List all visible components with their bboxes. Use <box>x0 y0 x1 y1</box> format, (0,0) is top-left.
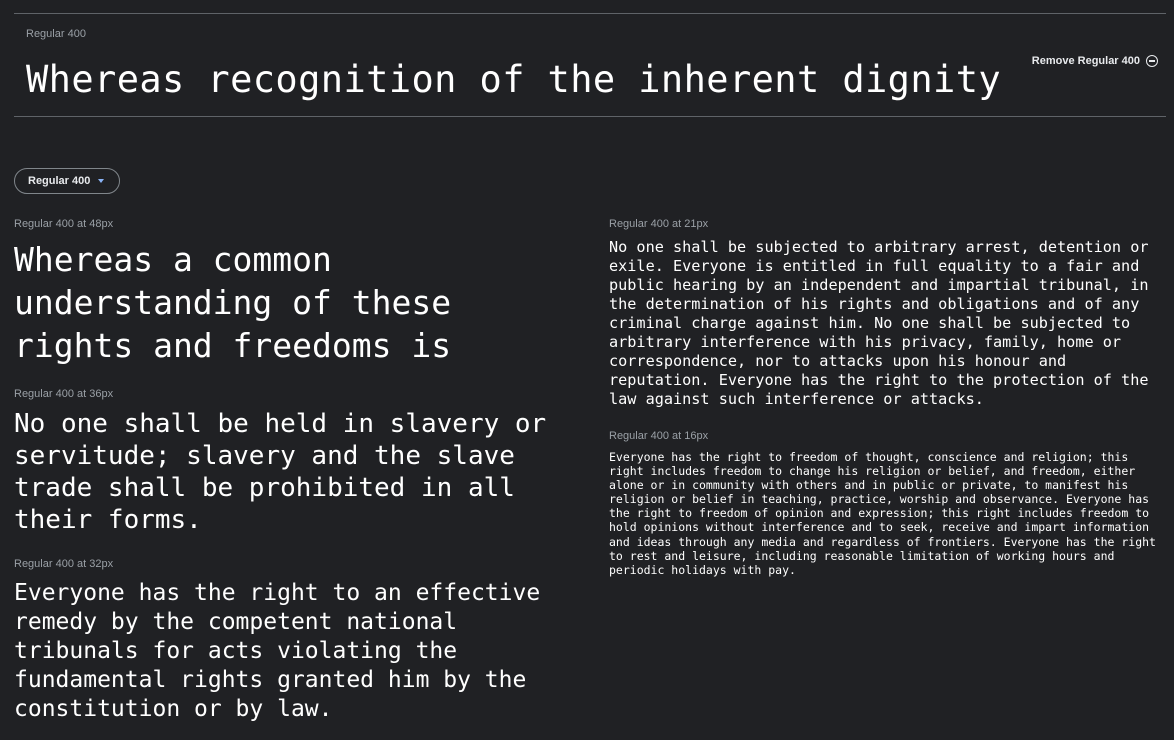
remove-style-button[interactable]: Remove Regular 400 <box>1032 55 1158 67</box>
style-preview-text: Whereas recognition of the inherent dign… <box>26 58 1002 101</box>
sample-text-16: Everyone has the right to freedom of tho… <box>609 450 1156 577</box>
sample-text-36: No one shall be held in slavery or servi… <box>14 409 547 535</box>
style-name-label: Regular 400 <box>26 28 86 40</box>
sample-text-32: Everyone has the right to an effective r… <box>14 580 541 722</box>
sample-text-21: No one shall be subjected to arbitrary a… <box>609 238 1149 408</box>
minus-circle-icon <box>1146 55 1158 67</box>
remove-style-label: Remove Regular 400 <box>1031 55 1140 67</box>
caret-down-icon <box>98 179 105 183</box>
sample-label-48: Regular 400 at 48px <box>14 218 114 230</box>
style-select-value: Regular 400 <box>28 175 91 187</box>
sample-label-21: Regular 400 at 21px <box>609 218 709 230</box>
sample-label-32: Regular 400 at 32px <box>14 558 114 570</box>
style-select-dropdown[interactable]: Regular 400 <box>14 168 120 194</box>
top-divider <box>14 13 1166 14</box>
sample-label-16: Regular 400 at 16px <box>609 430 709 442</box>
sample-text-48: Whereas a common understanding of these … <box>14 240 452 365</box>
sample-label-36: Regular 400 at 36px <box>14 388 114 400</box>
section-divider <box>14 116 1166 117</box>
